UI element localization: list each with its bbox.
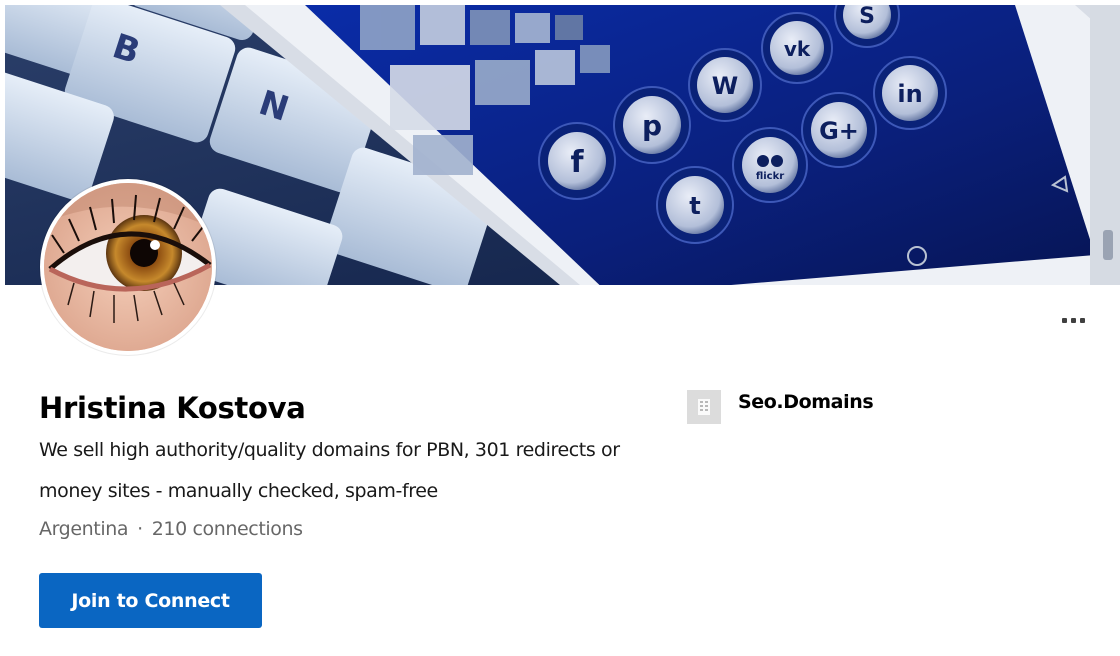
svg-text:G+: G+ — [819, 117, 859, 145]
company-link[interactable]: Seo.Domains — [687, 390, 874, 424]
svg-text:f: f — [570, 145, 584, 180]
svg-text:S: S — [859, 5, 875, 29]
svg-text:in: in — [897, 80, 922, 108]
more-dot-icon — [1079, 317, 1085, 323]
svg-text:p: p — [642, 109, 662, 142]
profile-headline: We sell high authority/quality domains f… — [39, 439, 620, 502]
profile-connections: 210 connections — [151, 518, 303, 540]
building-icon — [687, 390, 721, 424]
svg-text:vk: vk — [784, 37, 811, 61]
company-name: Seo.Domains — [738, 391, 874, 413]
profile-page: B N f p W vk S t flickr G+ in Hristina K… — [0, 0, 1120, 656]
profile-name: Hristina Kostova — [39, 391, 306, 425]
svg-text:t: t — [689, 192, 700, 220]
profile-meta: Argentina · 210 connections — [39, 514, 303, 544]
meta-separator: · — [137, 518, 143, 540]
profile-location: Argentina — [39, 518, 129, 540]
svg-text:W: W — [712, 72, 738, 100]
join-to-connect-button[interactable]: Join to Connect — [39, 573, 262, 628]
avatar-image — [44, 183, 212, 351]
more-options-button[interactable] — [1056, 308, 1090, 332]
svg-text:flickr: flickr — [756, 171, 784, 182]
more-dot-icon — [1061, 317, 1067, 323]
profile-avatar[interactable] — [40, 179, 216, 355]
more-dot-icon — [1070, 317, 1076, 323]
